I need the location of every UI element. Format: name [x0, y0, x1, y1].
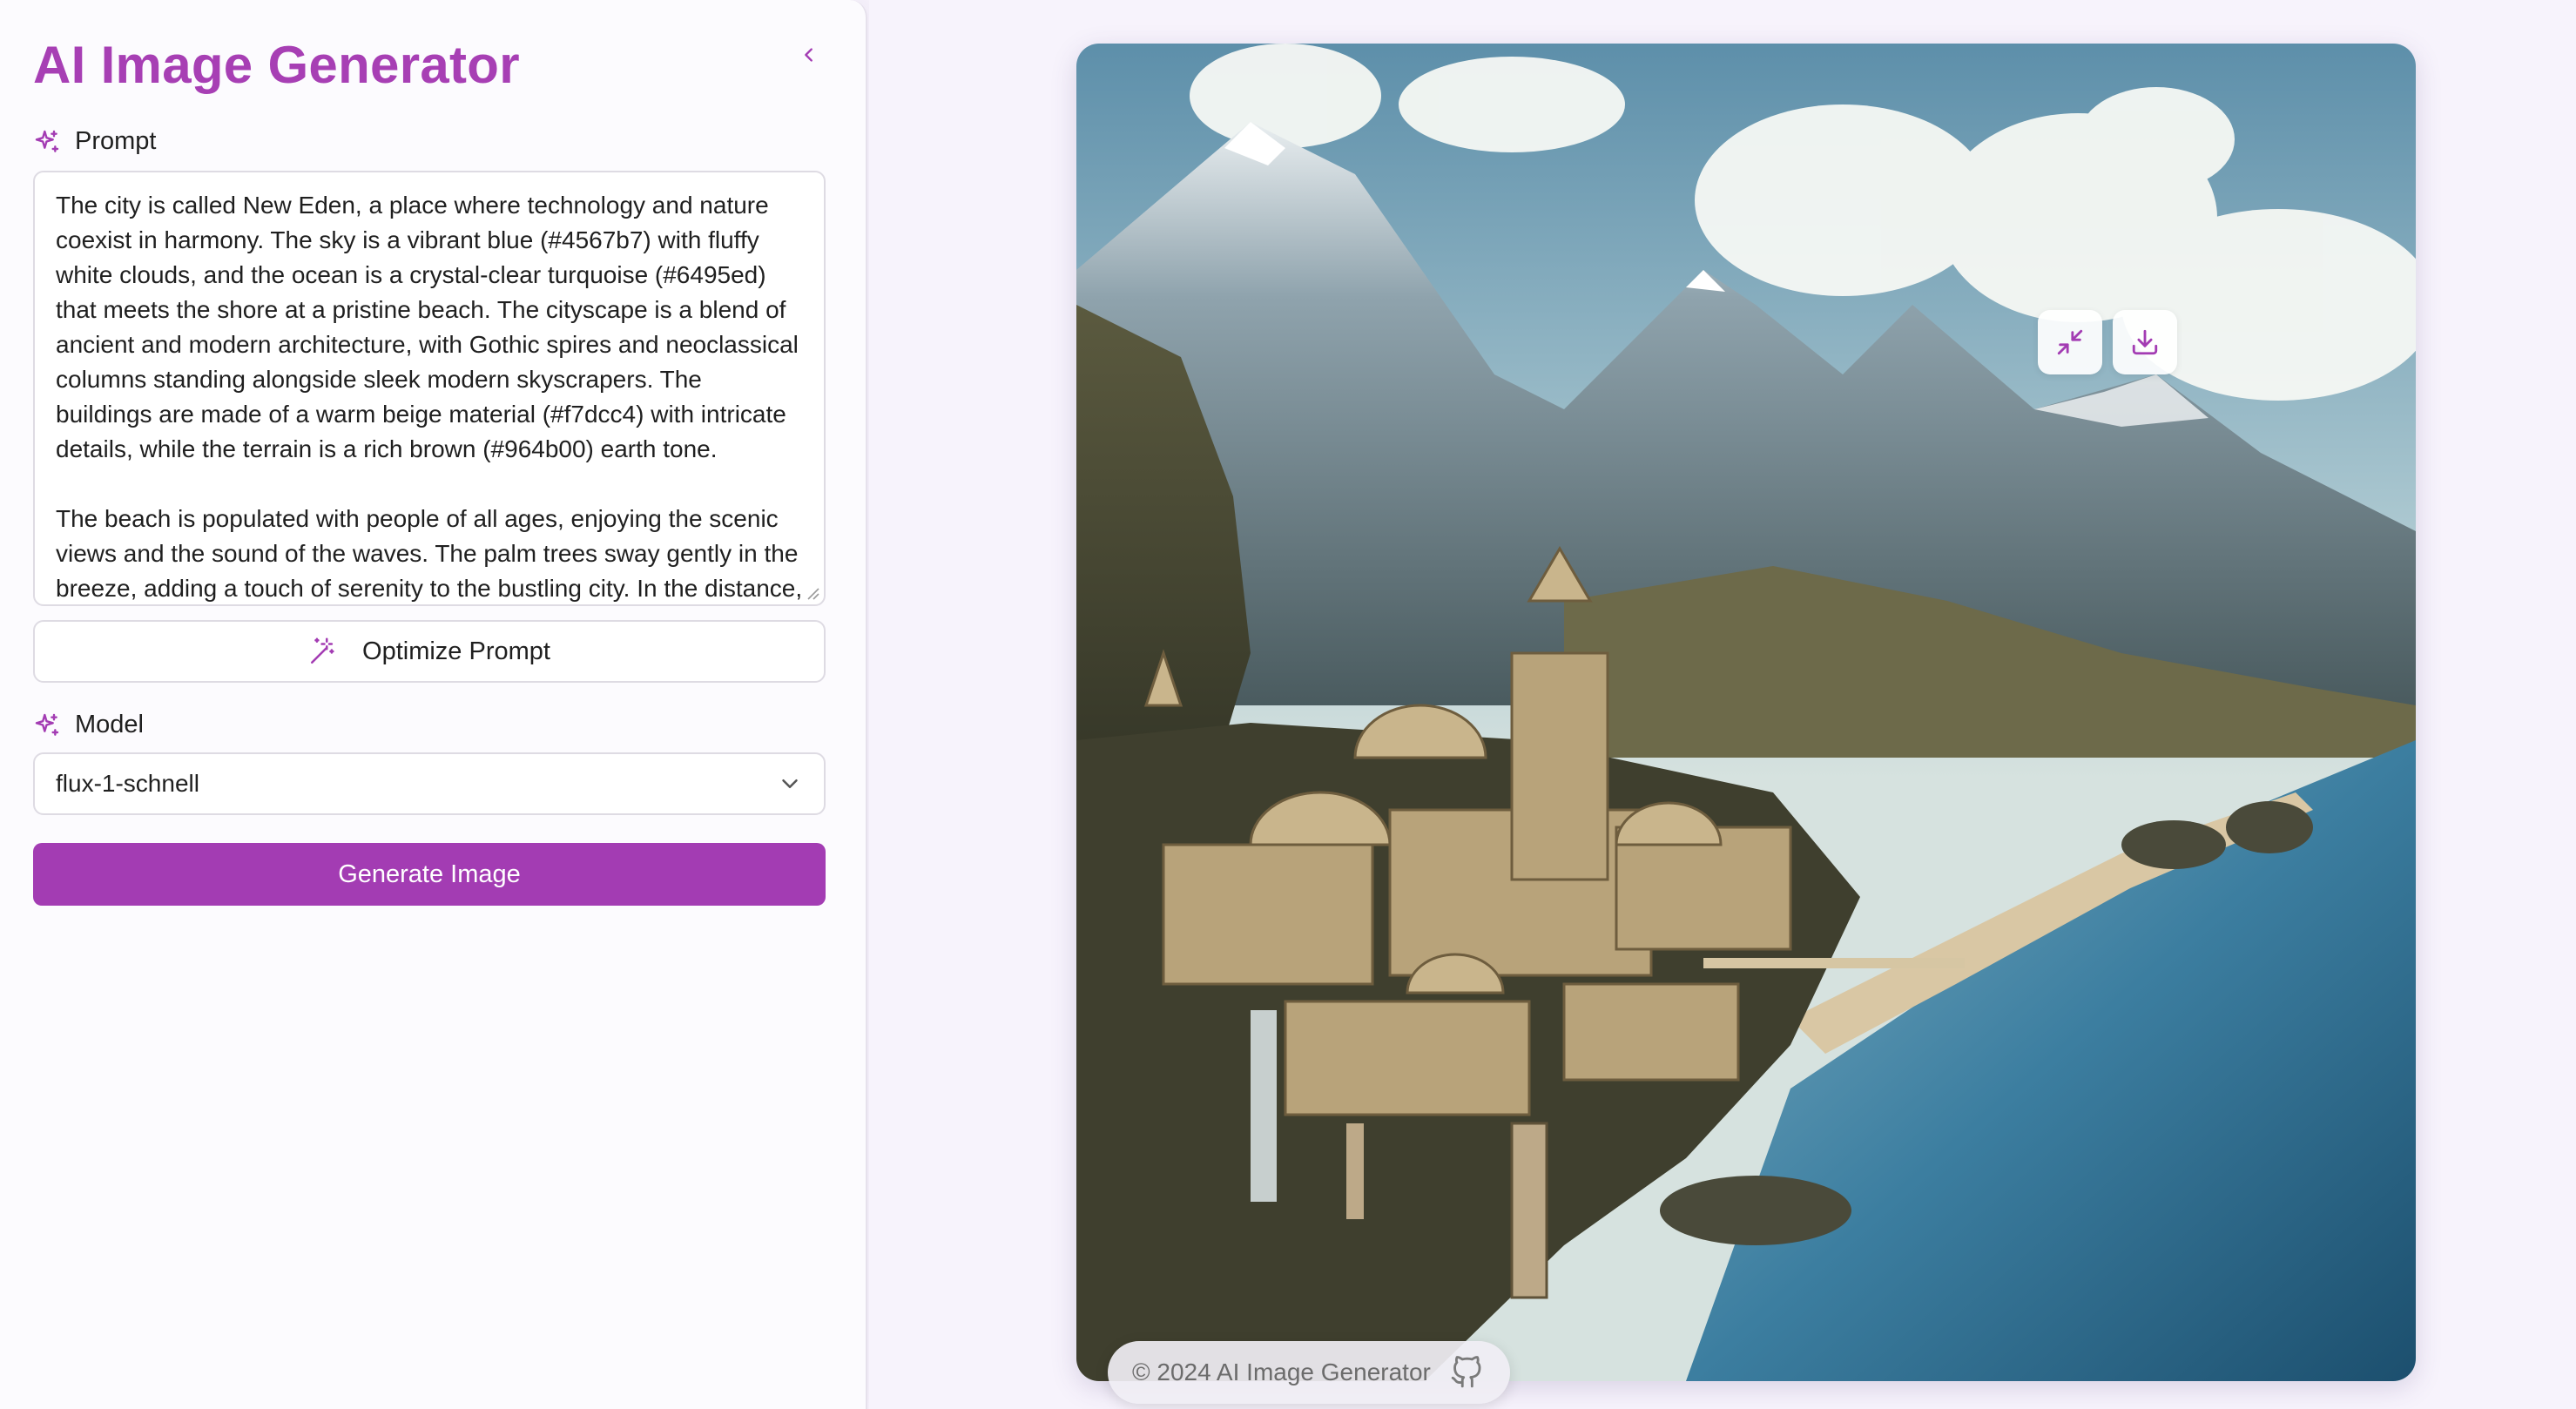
- model-label: Model: [33, 711, 144, 739]
- optimize-prompt-button[interactable]: Optimize Prompt: [33, 620, 826, 683]
- generated-image-scene: [1076, 44, 2416, 1381]
- magic-wand-icon: [310, 637, 334, 664]
- chevron-left-icon: [805, 48, 813, 62]
- main-area: [869, 0, 2576, 1409]
- prompt-label-text: Prompt: [75, 127, 157, 155]
- sparkles-icon: [35, 713, 59, 736]
- generate-image-button[interactable]: Generate Image: [33, 843, 826, 906]
- prompt-textarea[interactable]: The city is called New Eden, a place whe…: [33, 171, 826, 606]
- generate-image-label: Generate Image: [338, 860, 521, 888]
- minimize-button[interactable]: [2038, 310, 2102, 374]
- prompt-label: Prompt: [33, 127, 156, 156]
- footer-text: © 2024 AI Image Generator: [1132, 1358, 1431, 1385]
- app-root: AI Image Generator Prompt The city is ca…: [0, 0, 2576, 1409]
- collapse-sidebar-button[interactable]: [792, 38, 826, 71]
- download-button[interactable]: [2113, 310, 2177, 374]
- model-label-text: Model: [75, 711, 144, 738]
- prompt-text[interactable]: The city is called New Eden, a place whe…: [56, 188, 803, 604]
- app-title: AI Image Generator: [33, 36, 520, 94]
- model-selected-value: flux-1-schnell: [56, 770, 199, 797]
- chevron-down-icon: [782, 779, 798, 788]
- sparkles-icon: [35, 130, 59, 152]
- footer-credit: © 2024 AI Image Generator: [1108, 1341, 1510, 1404]
- resize-grip-icon[interactable]: [805, 585, 820, 601]
- optimize-prompt-label: Optimize Prompt: [362, 637, 550, 665]
- github-icon[interactable]: [1450, 1356, 1483, 1389]
- sidebar: AI Image Generator Prompt The city is ca…: [0, 0, 867, 1409]
- download-icon: [2132, 329, 2158, 355]
- model-select[interactable]: flux-1-schnell: [33, 752, 826, 815]
- minimize-icon: [2057, 329, 2083, 355]
- generated-image: [1076, 44, 2416, 1381]
